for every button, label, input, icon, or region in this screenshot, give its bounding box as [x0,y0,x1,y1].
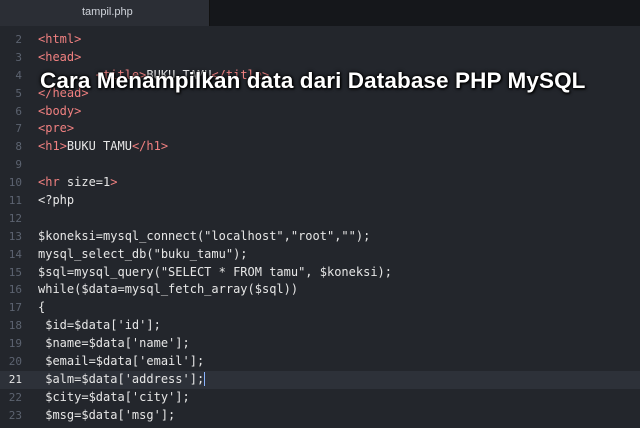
line-code: $sql=mysql_query("SELECT * FROM tamu", $… [38,264,393,279]
code-line[interactable]: 15 $sql=mysql_query("SELECT * FROM tamu",… [0,264,640,282]
code-line[interactable]: 12 [0,210,640,228]
line-code: while($data=mysql_fetch_array($sql)) [38,282,299,297]
code-editor: tampil.php 2 <html> 3 <head> 4 <title>BUKU T… [0,0,640,428]
code-line[interactable]: 2 <html> [0,31,640,49]
code-line[interactable]: 23 $msg=$data['msg']; [0,407,640,425]
code-line[interactable]: 7 <pre> [0,120,640,138]
line-number: 8 [15,140,22,154]
line-code: <h1>BUKU TAMU</h1> [38,139,169,154]
line-number: 11 [8,194,22,208]
code-line[interactable]: 3 <head> [0,49,640,67]
line-code: <head> [38,49,82,64]
code-line[interactable]: 21 $alm=$data['address']; [0,370,640,389]
tab-bar: tampil.php [0,0,640,26]
line-number: 15 [8,265,22,279]
code-line[interactable]: 11 <?php [0,192,640,210]
line-code: $koneksi=mysql_connect("localhost","root… [38,228,371,243]
line-number: 19 [8,337,22,351]
line-number: 9 [15,158,22,172]
line-code: $msg=$data['msg']; [38,407,176,422]
tab-label: tampil.php [82,6,133,18]
text-cursor [204,372,206,387]
line-code: mysql_select_db("buku_tamu"); [38,246,248,261]
line-code: <body> [38,103,82,118]
line-code: $city=$data['city']; [38,389,190,404]
line-code: <hr size=1> [38,175,118,190]
line-number: 13 [8,229,22,243]
code-line[interactable]: 17 { [0,299,640,317]
code-line[interactable]: 18 $id=$data['id']; [0,317,640,335]
code-line[interactable]: 14 mysql_select_db("buku_tamu"); [0,246,640,264]
line-number: 18 [8,319,22,333]
line-number: 17 [8,301,22,315]
code-line[interactable]: 22 $city=$data['city']; [0,389,640,407]
line-number: 2 [15,33,22,46]
line-number: 20 [8,355,22,369]
code-line[interactable]: 8 <h1>BUKU TAMU</h1> [0,138,640,156]
line-code: $email=$data['email']; [38,354,205,369]
code-line[interactable]: 9 [0,156,640,174]
code-line[interactable]: 19 $name=$data['name']; [0,335,640,353]
line-number: 22 [8,390,22,404]
line-number: 21 [8,372,22,386]
line-code: $alm=$data['address']; [38,371,206,387]
overlay-title: Cara Menampilkan data dari Database PHP … [40,68,586,93]
line-number: 10 [8,176,22,190]
line-code: { [38,300,46,315]
line-number: 7 [15,122,22,136]
line-code: <?php [38,193,75,208]
code-line[interactable]: 10 <hr size=1> [0,174,640,192]
code-line[interactable]: 6 <body> [0,103,640,121]
line-number: 23 [8,408,22,422]
code-line[interactable]: 20 $email=$data['email']; [0,353,640,371]
line-code: $id=$data['id']; [38,318,161,333]
line-number: 6 [15,104,22,118]
line-code: $name=$data['name']; [38,336,190,351]
line-code: <html> [38,32,82,46]
line-number: 5 [15,86,22,100]
code-line[interactable]: 16 while($data=mysql_fetch_array($sql)) [0,281,640,299]
line-number: 3 [15,50,22,64]
line-code: <pre> [38,121,75,136]
tab-tampil-php[interactable]: tampil.php [0,0,210,26]
line-number: 12 [8,211,22,225]
line-number: 14 [8,247,22,261]
line-number: 4 [15,68,22,82]
code-line[interactable]: 13 $koneksi=mysql_connect("localhost","ro… [0,228,640,246]
line-number: 16 [8,283,22,297]
